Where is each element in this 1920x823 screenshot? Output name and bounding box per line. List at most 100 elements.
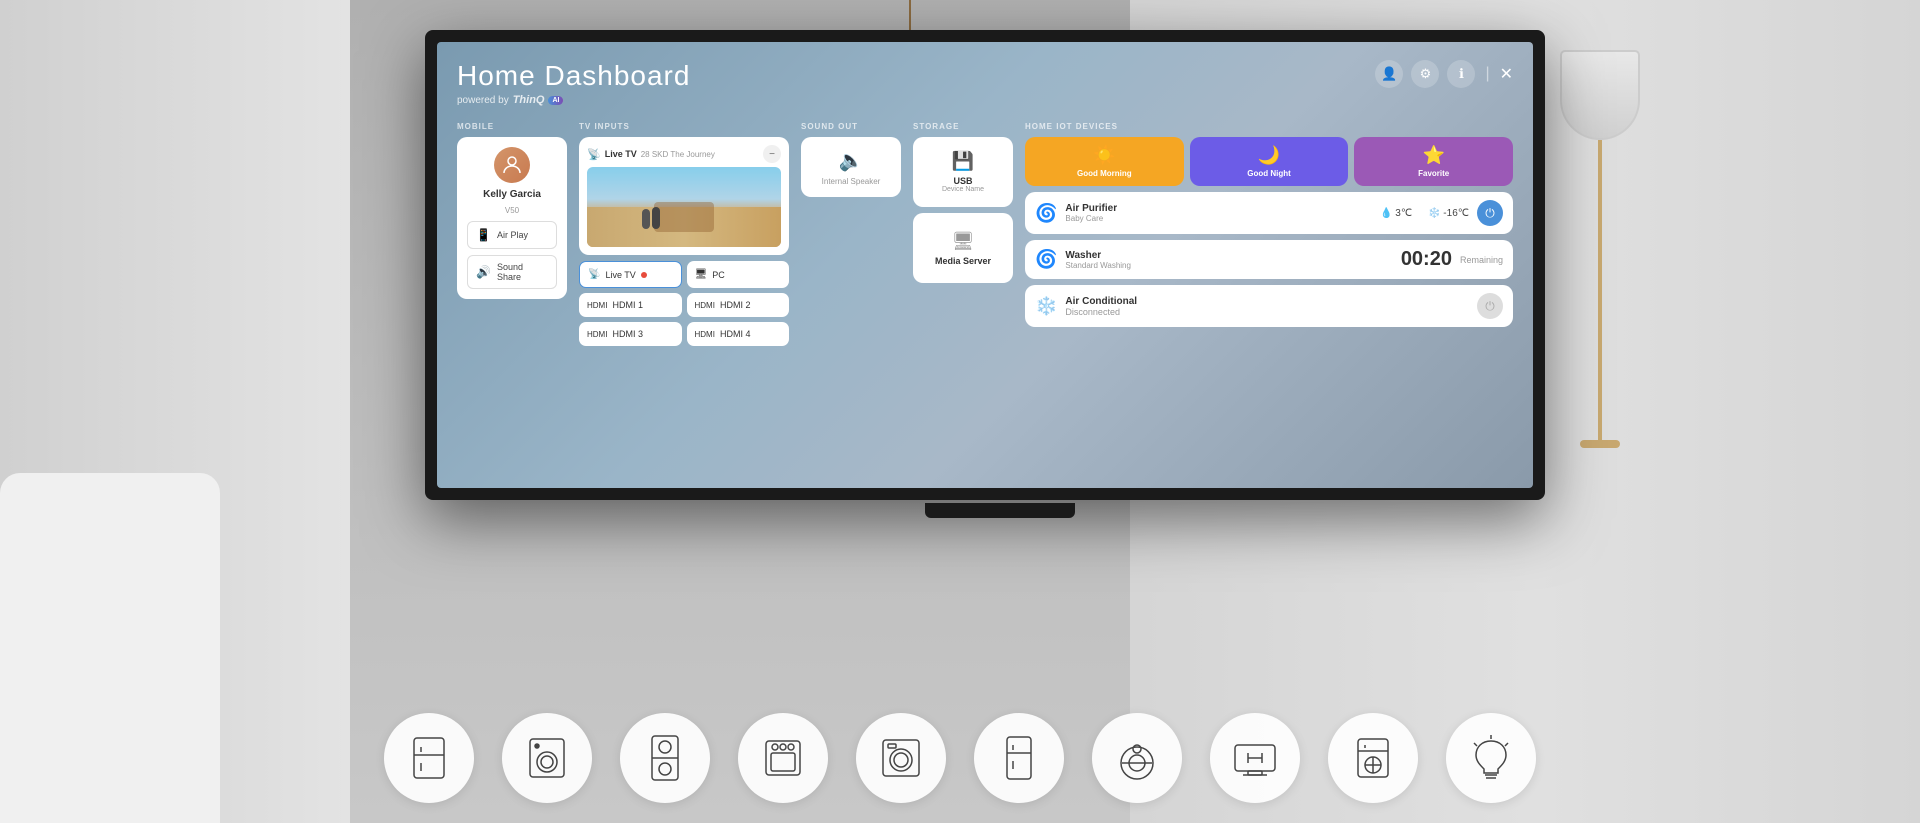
morning-icon: ☀️ bbox=[1093, 145, 1115, 166]
sound-share-label: Sound Share bbox=[497, 262, 548, 282]
air-conditional-name: Air Conditional bbox=[1065, 296, 1137, 307]
iot-mode-row: ☀️ Good Morning 🌙 Good Night ⭐ Favorite bbox=[1025, 137, 1513, 186]
night-icon: 🌙 bbox=[1258, 145, 1280, 166]
ai-badge: AI bbox=[548, 96, 563, 105]
home-dashboard: Home Dashboard powered by ThinQ AI 👤 ⚙ ℹ… bbox=[437, 42, 1533, 488]
hdmi4-icon: HDMI bbox=[695, 330, 715, 339]
appliance-robot-vacuum[interactable] bbox=[1092, 713, 1182, 803]
washer-timer-label: Remaining bbox=[1460, 255, 1503, 265]
close-button[interactable]: ✕ bbox=[1500, 64, 1513, 84]
air-play-button[interactable]: 📱 Air Play bbox=[467, 221, 557, 249]
good-morning-button[interactable]: ☀️ Good Morning bbox=[1025, 137, 1184, 186]
appliance-washer[interactable] bbox=[502, 713, 592, 803]
sound-share-button[interactable]: 🔊 Sound Share bbox=[467, 255, 557, 289]
appliance-fridge2[interactable] bbox=[974, 713, 1064, 803]
input-hdmi4[interactable]: HDMI HDMI 4 bbox=[687, 322, 790, 346]
signal-icon: 📡 bbox=[587, 148, 601, 161]
usb-icon: 💾 bbox=[952, 151, 974, 172]
dashboard-title-block: Home Dashboard powered by ThinQ AI bbox=[457, 60, 690, 106]
header-icons: 👤 ⚙ ℹ | ✕ bbox=[1375, 60, 1513, 88]
sound-card[interactable]: 🔈 Internal Speaker bbox=[801, 137, 901, 197]
washer-info: 🌀 Washer Standard Washing bbox=[1035, 249, 1131, 270]
pc-icon: 🖥 bbox=[695, 269, 708, 280]
washer-sub: Standard Washing bbox=[1065, 261, 1131, 270]
good-night-button[interactable]: 🌙 Good Night bbox=[1190, 137, 1349, 186]
live-tv-icon: 📡 bbox=[588, 269, 600, 280]
tv-screen: Home Dashboard powered by ThinQ AI 👤 ⚙ ℹ… bbox=[437, 42, 1533, 488]
usb-card[interactable]: 💾 USB Device Name bbox=[913, 137, 1013, 207]
user-device: V50 bbox=[505, 206, 519, 215]
air-purifier-icon: 🌀 bbox=[1035, 203, 1057, 224]
air-purifier-card: 🌀 Air Purifier Baby Care 💧 3℃ ❄️ -16℃ bbox=[1025, 192, 1513, 234]
floor-lamp-shade bbox=[1560, 50, 1640, 140]
storage-section-label: STORAGE bbox=[913, 122, 1013, 131]
appliance-tower-washer[interactable] bbox=[620, 713, 710, 803]
avatar bbox=[494, 147, 530, 183]
appliance-tv-box[interactable] bbox=[1210, 713, 1300, 803]
bottom-appliance-icons bbox=[0, 713, 1920, 803]
appliance-refrigerator[interactable] bbox=[384, 713, 474, 803]
input-live-tv[interactable]: 📡 Live TV bbox=[579, 261, 682, 288]
input-hdmi3[interactable]: HDMI HDMI 3 bbox=[579, 322, 682, 346]
favorite-icon: ⭐ bbox=[1422, 145, 1444, 166]
live-tv-channel: Live TV bbox=[605, 149, 637, 159]
tv-input-header: 📡 Live TV 28 SKD The Journey − bbox=[587, 145, 781, 163]
appliance-dishwasher[interactable] bbox=[1328, 713, 1418, 803]
thinq-logo: ThinQ bbox=[513, 94, 545, 106]
air-purifier-name: Air Purifier bbox=[1065, 203, 1117, 214]
air-conditional-card: ❄️ Air Conditional Disconnected ⏻ bbox=[1025, 285, 1513, 327]
air-conditional-icon: ❄️ bbox=[1035, 296, 1057, 317]
iot-section-label: HOME IOT DEVICES bbox=[1025, 122, 1513, 131]
input-pc[interactable]: 🖥 PC bbox=[687, 261, 790, 288]
tv-outer: Home Dashboard powered by ThinQ AI 👤 ⚙ ℹ… bbox=[425, 30, 1545, 500]
powered-by-text: powered by bbox=[457, 95, 509, 106]
floor-lamp-pole bbox=[1598, 140, 1602, 440]
tv-inputs-section: TV INPUTS 📡 Live TV 28 SKD The Journey − bbox=[579, 122, 789, 462]
user-name: Kelly Garcia bbox=[483, 189, 541, 200]
washer-name: Washer bbox=[1065, 250, 1131, 261]
expand-button[interactable]: − bbox=[763, 145, 781, 163]
air-conditional-power-button[interactable]: ⏻ bbox=[1477, 293, 1503, 319]
hdmi3-icon: HDMI bbox=[587, 330, 607, 339]
favorite-label: Favorite bbox=[1418, 169, 1449, 178]
speaker-label: Internal Speaker bbox=[822, 177, 881, 186]
air-purifier-sub: Baby Care bbox=[1065, 214, 1117, 223]
iot-device-list: 🌀 Air Purifier Baby Care 💧 3℃ ❄️ -16℃ bbox=[1025, 192, 1513, 327]
sound-out-section: SOUND OUT 🔈 Internal Speaker bbox=[801, 122, 901, 462]
tv-input-main-card: 📡 Live TV 28 SKD The Journey − bbox=[579, 137, 789, 255]
sound-out-label: SOUND OUT bbox=[801, 122, 901, 131]
header-divider: | bbox=[1485, 65, 1489, 83]
media-server-card[interactable]: 🖥 Media Server bbox=[913, 213, 1013, 283]
appliance-lightbulb[interactable] bbox=[1446, 713, 1536, 803]
air-purifier-info: 🌀 Air Purifier Baby Care bbox=[1035, 203, 1117, 224]
temp-warm: 💧 3℃ bbox=[1380, 208, 1412, 219]
info-icon-button[interactable]: ℹ bbox=[1447, 60, 1475, 88]
media-server-label: Media Server bbox=[935, 256, 991, 266]
floor-lamp-base bbox=[1580, 440, 1620, 448]
mobile-card: Kelly Garcia V50 📱 Air Play 🔊 Sound Shar… bbox=[457, 137, 567, 299]
settings-icon-button[interactable]: ⚙ bbox=[1411, 60, 1439, 88]
washer-card: 🌀 Washer Standard Washing 00:20 Remainin… bbox=[1025, 240, 1513, 279]
speaker-icon: 🔈 bbox=[839, 148, 864, 173]
storage-section: STORAGE 💾 USB Device Name 🖥 Media Server bbox=[913, 122, 1013, 462]
input-hdmi1[interactable]: HDMI HDMI 1 bbox=[579, 293, 682, 317]
dashboard-content: MOBILE Kelly Garcia V50 📱 Air Pla bbox=[457, 122, 1513, 462]
washer-icon: 🌀 bbox=[1035, 249, 1057, 270]
dashboard-header: Home Dashboard powered by ThinQ AI 👤 ⚙ ℹ… bbox=[457, 60, 1513, 106]
night-label: Good Night bbox=[1247, 169, 1291, 178]
air-conditional-info: ❄️ Air Conditional Disconnected bbox=[1035, 296, 1137, 317]
input-hdmi2[interactable]: HDMI HDMI 2 bbox=[687, 293, 790, 317]
iot-section: HOME IOT DEVICES ☀️ Good Morning 🌙 Good … bbox=[1025, 122, 1513, 462]
active-dot bbox=[641, 272, 647, 278]
appliance-oven[interactable] bbox=[738, 713, 828, 803]
air-purifier-power-button[interactable]: ⏻ bbox=[1477, 200, 1503, 226]
profile-icon-button[interactable]: 👤 bbox=[1375, 60, 1403, 88]
mobile-section: MOBILE Kelly Garcia V50 📱 Air Pla bbox=[457, 122, 567, 462]
live-tv-program: 28 SKD The Journey bbox=[641, 150, 715, 159]
morning-label: Good Morning bbox=[1077, 169, 1132, 178]
appliance-front-washer[interactable] bbox=[856, 713, 946, 803]
temp-cold: ❄️ -16℃ bbox=[1428, 208, 1469, 219]
favorite-button[interactable]: ⭐ Favorite bbox=[1354, 137, 1513, 186]
tv-input-title-row: 📡 Live TV 28 SKD The Journey bbox=[587, 148, 715, 161]
usb-device-name: Device Name bbox=[942, 186, 984, 193]
